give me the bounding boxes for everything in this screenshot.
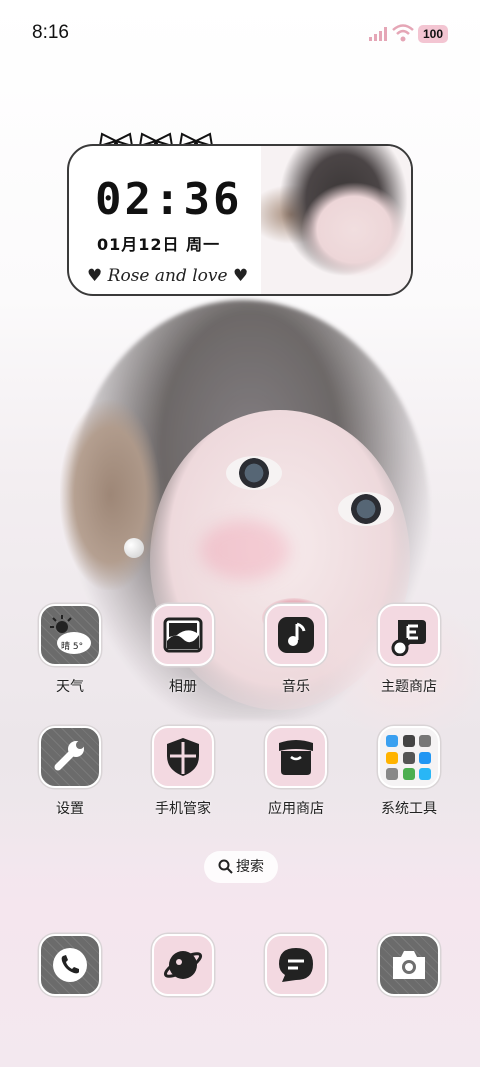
app-label: 主题商店 xyxy=(381,679,437,695)
signal-icon xyxy=(369,27,387,41)
battery-indicator: 100 xyxy=(418,25,448,43)
folder-icon xyxy=(378,726,440,788)
app-label: 应用商店 xyxy=(268,801,324,817)
app-app-store[interactable]: 应用商店 xyxy=(246,726,346,818)
message-icon xyxy=(265,934,327,996)
wifi-icon xyxy=(392,24,414,42)
weather-condition: 晴 xyxy=(61,642,71,652)
camera-icon xyxy=(378,934,440,996)
app-label: 系统工具 xyxy=(381,801,437,817)
search-icon xyxy=(218,859,233,874)
widget-script-text: ♥ Rose and love ♥ xyxy=(87,266,249,286)
heart-icon: ♥ xyxy=(233,266,249,286)
app-label: 天气 xyxy=(56,679,84,695)
clock-widget[interactable]: 02:36 01月12日 周一 ♥ Rose and love ♥ xyxy=(67,144,413,296)
gallery-icon xyxy=(152,604,214,666)
phone-icon xyxy=(39,934,101,996)
app-system-tools-folder[interactable]: 系统工具 xyxy=(359,726,459,818)
app-weather[interactable]: 晴 5° 天气 xyxy=(20,604,120,696)
app-label: 手机管家 xyxy=(155,801,211,817)
app-gallery[interactable]: 相册 xyxy=(133,604,233,696)
app-theme-store[interactable]: 主题商店 xyxy=(359,604,459,696)
app-phone-manager[interactable]: 手机管家 xyxy=(133,726,233,818)
status-bar: 8:16 100 xyxy=(0,0,480,68)
widget-date: 01月12日 周一 xyxy=(97,235,221,254)
widget-time: 02:36 xyxy=(95,174,243,225)
shield-icon xyxy=(152,726,214,788)
dock-camera[interactable] xyxy=(359,934,459,996)
weather-temperature: 5° xyxy=(72,642,84,652)
wrench-icon xyxy=(39,726,101,788)
browser-icon xyxy=(152,934,214,996)
widget-photo xyxy=(261,146,411,294)
weather-icon: 晴 5° xyxy=(39,604,101,666)
search-label: 搜索 xyxy=(236,859,264,875)
app-label: 设置 xyxy=(56,801,84,817)
status-time: 8:16 xyxy=(32,22,69,43)
app-label: 相册 xyxy=(169,679,197,695)
app-label: 音乐 xyxy=(282,679,310,695)
heart-icon: ♥ xyxy=(87,266,103,286)
dock-browser[interactable] xyxy=(133,934,233,996)
dock-messages[interactable] xyxy=(246,934,346,996)
theme-store-icon xyxy=(378,604,440,666)
app-music[interactable]: 音乐 xyxy=(246,604,346,696)
store-icon xyxy=(265,726,327,788)
music-icon xyxy=(265,604,327,666)
app-settings[interactable]: 设置 xyxy=(20,726,120,818)
dock-phone[interactable] xyxy=(20,934,120,996)
search-button[interactable]: 搜索 xyxy=(204,851,278,883)
